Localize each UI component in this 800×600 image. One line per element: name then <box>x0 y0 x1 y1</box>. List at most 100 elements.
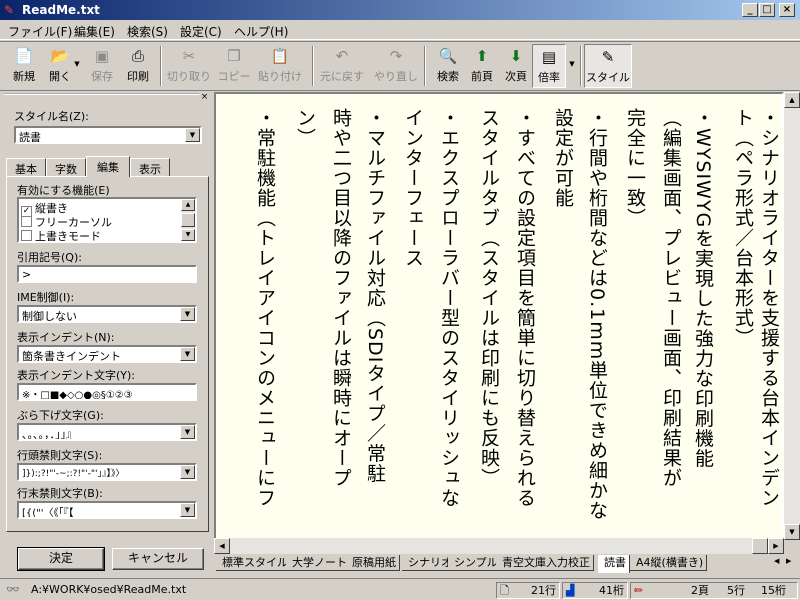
tab-basic[interactable]: 基本 <box>6 158 46 176</box>
style-name-select[interactable]: 読書 ▼ <box>14 126 202 144</box>
checkbox-icon[interactable] <box>21 230 32 241</box>
chevron-down-icon[interactable]: ▼ <box>180 465 195 479</box>
style-tab-notebook[interactable]: 大学ノート <box>286 555 351 571</box>
search-icon: 🔍 <box>438 47 458 65</box>
style-button[interactable]: ✎ スタイル <box>584 44 632 88</box>
zoom-button[interactable]: ▤ 倍率 <box>532 44 566 88</box>
document-icon: 🗋 <box>500 584 509 597</box>
menu-edit[interactable]: 編集(E) <box>74 23 115 40</box>
tab-display[interactable]: 表示 <box>130 158 170 176</box>
column-count-value: 41桁 <box>599 584 624 597</box>
text-line: ン） <box>294 108 316 148</box>
cut-button[interactable]: ✂ 切り取り <box>166 44 212 88</box>
hang-select[interactable]: ､｡､｡，．」」』 ▼ <box>17 423 197 441</box>
file-path: A:¥WORK¥osed¥ReadMe.txt <box>31 583 187 596</box>
hang-label: ぶら下げ文字(G): <box>17 409 104 422</box>
line-count-value: 21行 <box>531 584 556 597</box>
tab-edit[interactable]: 編集 <box>86 156 130 177</box>
line-end-select[interactable]: [{("'〈《「『【 ▼ <box>17 501 197 519</box>
indent-chars-input[interactable]: ※・□■◆◇○●◎§①②③ <box>17 383 197 401</box>
features-label: 有効にする機能(E) <box>17 184 110 197</box>
printer-icon: ⎙ <box>131 47 144 65</box>
tab-scroll-left-icon[interactable]: ◀ <box>774 557 779 565</box>
style-name-label: スタイル名(Z): <box>14 110 89 123</box>
style-tab-a4[interactable]: A4縦(横書き) <box>630 555 708 571</box>
text-line: ・すべての設定項目を簡単に切り替えられる <box>514 108 536 508</box>
copy-button[interactable]: ❐ コピー <box>214 44 254 88</box>
new-button[interactable]: 📄 新規 <box>4 44 44 88</box>
scroll-down-icon[interactable]: ▼ <box>181 229 195 241</box>
scroll-down-icon[interactable]: ▼ <box>784 524 800 540</box>
undo-icon: ↶ <box>335 47 349 65</box>
row-value: 5行 <box>727 584 745 597</box>
new-file-icon: 📄 <box>14 47 34 65</box>
chevron-down-icon[interactable]: ▼ <box>180 503 195 517</box>
chevron-down-icon[interactable]: ▼ <box>185 128 200 142</box>
text-line: 設定が可能 <box>552 108 574 208</box>
status-bar: 👓 A:¥WORK¥osed¥ReadMe.txt 🗋 21行 ▟ 41桁 ✏ 2頁… <box>0 578 800 600</box>
menu-file[interactable]: ファイル(F) <box>8 23 72 40</box>
cancel-button[interactable]: キャンセル <box>112 548 204 570</box>
scroll-thumb[interactable] <box>181 213 195 227</box>
style-panel: × スタイル名(Z): 読書 ▼ 基本 字数 編集 表示 有効にする機能(E) ✓… <box>0 92 212 578</box>
style-tab-manuscript[interactable]: 原稿用紙 <box>346 555 400 571</box>
text-line: ・エクスプローラバー型のスタイリッシュな <box>438 108 460 508</box>
menu-settings[interactable]: 設定(C) <box>180 23 222 40</box>
copy-icon: ❐ <box>227 47 241 65</box>
print-button[interactable]: ⎙ 印刷 <box>118 44 158 88</box>
style-tab-aozora[interactable]: 青空文庫入力校正 <box>496 555 594 571</box>
menu-search[interactable]: 検索(S) <box>127 23 168 40</box>
indent-label: 表示インデント(N): <box>17 331 115 344</box>
next-page-button[interactable]: ⬇ 次頁 <box>496 44 536 88</box>
paste-button[interactable]: 📋 貼り付け <box>256 44 304 88</box>
tab-scroll-right-icon[interactable]: ▶ <box>786 557 791 565</box>
scroll-up-icon[interactable]: ▲ <box>181 199 195 211</box>
tab-chars[interactable]: 字数 <box>46 158 86 176</box>
indent-chars-label: 表示インデント文字(Y): <box>17 369 136 382</box>
features-scrollbar[interactable]: ▲ ▼ <box>181 199 195 241</box>
document-hscrollbar[interactable]: ◀ ▶ <box>214 538 784 554</box>
undo-button[interactable]: ↶ 元に戻す <box>318 44 366 88</box>
prev-page-icon: ⬆ <box>475 47 489 65</box>
panel-grip[interactable] <box>4 93 210 101</box>
tab-page-edit: 有効にする機能(E) ✓ 縦書き フリーカーソル 上書きモード ▲ ▼ 引用記号(… <box>6 176 209 532</box>
panel-tabs: 基本 字数 編集 表示 <box>6 156 206 177</box>
indent-select[interactable]: 箇条書きインデント ▼ <box>17 345 197 363</box>
style-tab-simple[interactable]: シンプル <box>448 555 502 571</box>
ok-button[interactable]: 決定 <box>17 547 105 571</box>
checkbox-icon[interactable] <box>21 216 32 227</box>
style-tab-reading[interactable]: 読書 <box>598 555 630 573</box>
chevron-down-icon[interactable]: ▼ <box>180 425 195 439</box>
redo-icon: ↷ <box>389 47 403 65</box>
redo-button[interactable]: ↷ やり直し <box>372 44 420 88</box>
document-view[interactable]: ・シナリオライターを支援する台本インデン ト（ペラ形式／台本形式） ・WYSIW… <box>214 92 784 540</box>
panel-close-icon[interactable]: × <box>199 92 210 102</box>
cursor-position: ✏ 2頁 5行 15桁 <box>630 582 798 599</box>
menu-bar: ファイル(F) 編集(E) 検索(S) 設定(C) ヘルプ(H) <box>0 20 800 40</box>
scroll-right-icon[interactable]: ▶ <box>768 538 784 554</box>
minimize-button[interactable]: _ <box>742 3 758 17</box>
line-head-select[interactable]: ]}):;?!"'-~;:?!"'-"'」』】》〉 ▼ <box>17 463 197 481</box>
feature-overwrite[interactable]: 上書きモード <box>21 228 101 241</box>
quote-input[interactable]: > <box>17 265 197 283</box>
chevron-down-icon: ▼ <box>74 60 80 68</box>
menu-help[interactable]: ヘルプ(H) <box>234 23 288 40</box>
save-icon: ▣ <box>94 47 110 65</box>
scroll-up-icon[interactable]: ▲ <box>784 92 800 108</box>
chevron-down-icon[interactable]: ▼ <box>180 347 195 361</box>
scroll-left-icon[interactable]: ◀ <box>214 538 230 554</box>
open-folder-icon: 📂 <box>50 47 70 65</box>
ime-select[interactable]: 制御しない ▼ <box>17 305 197 323</box>
style-name-value: 読書 <box>19 131 41 144</box>
style-icon: ✎ <box>601 48 615 66</box>
pencil-icon: ✏ <box>634 584 644 597</box>
save-button[interactable]: ▣ 保存 <box>82 44 122 88</box>
style-tab-standard[interactable]: 標準スタイル <box>216 555 292 571</box>
quote-label: 引用記号(Q): <box>17 251 82 264</box>
document-vscrollbar[interactable]: ▲ ▼ <box>784 92 800 540</box>
column-icon: ▟ <box>566 584 575 597</box>
close-button[interactable]: × <box>779 3 795 17</box>
maximize-button[interactable]: □ <box>759 3 775 17</box>
scroll-thumb[interactable] <box>752 538 768 554</box>
chevron-down-icon[interactable]: ▼ <box>180 307 195 321</box>
